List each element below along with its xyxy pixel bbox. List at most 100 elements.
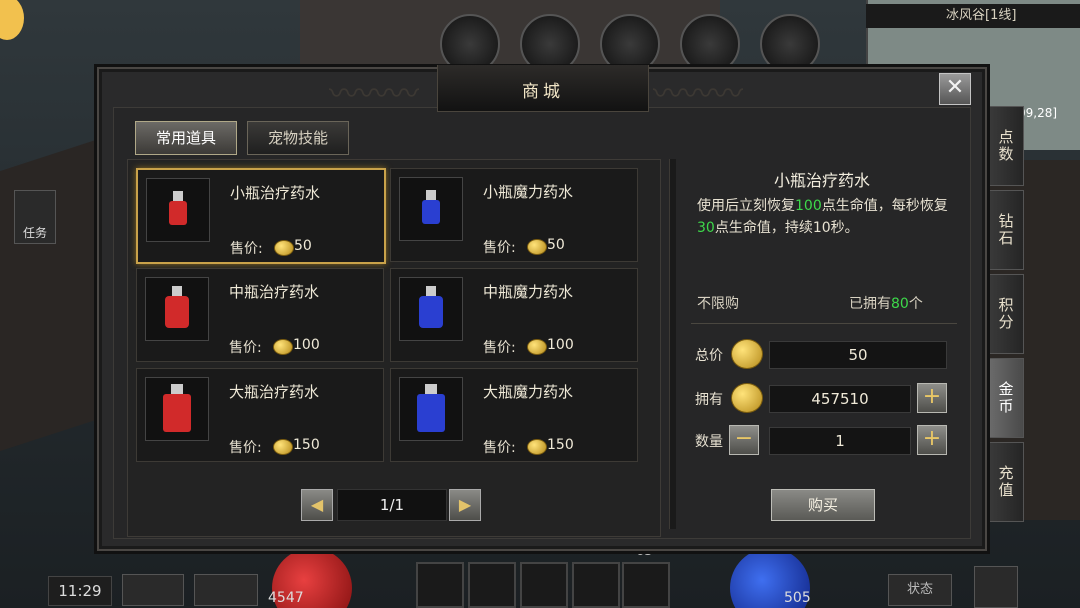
shop-panel: 〰〰〰 〰〰〰 商城 ✕ 常用道具 宠物技能 小瓶治疗药水 售价: 50 小瓶魔… [94,64,990,554]
gold-coins-icon [731,383,763,413]
potion-medium-blue [419,286,443,328]
next-page-button[interactable]: ▶ [449,489,481,521]
gold-coin-icon [527,239,547,255]
detail-description: 使用后立刻恢复100点生命值，每秒恢复 30点生命值，持续10秒。 [697,195,967,239]
potion-large-red [163,384,191,432]
tab-common-items[interactable]: 常用道具 [135,121,237,155]
price-label: 售价: [483,340,516,356]
potion-icon [146,178,210,242]
gold-coin-icon [273,439,293,455]
status-button[interactable]: 状态 [888,574,952,606]
potion-icon [399,177,463,241]
potion-large-blue [417,384,445,432]
side-tab-credits[interactable]: 积分 [988,274,1024,354]
increase-quantity-button[interactable]: + [917,425,947,455]
gold-coin-icon [273,339,293,355]
item-price: 50 [547,237,565,253]
potion-medium-red [165,286,189,328]
desc-text: 点生命值，持续10秒。 [714,220,859,236]
price-label: 售价: [483,440,516,456]
item-price: 100 [547,337,574,353]
map-name-bar: 冰风谷[1线] [866,4,1080,28]
title-bar: 商城 [437,65,649,112]
item-price: 100 [293,337,320,353]
item-name: 中瓶魔力药水 [483,283,574,301]
item-price: 50 [294,238,312,254]
price-label: 售价: [483,240,516,256]
prev-page-button[interactable]: ◀ [301,489,333,521]
chat-button[interactable] [194,574,258,606]
skill-slot[interactable] [622,562,670,608]
owned-suffix: 个 [908,296,923,312]
buy-button[interactable]: 购买 [771,489,875,521]
side-tab-gold[interactable]: 金币 [988,358,1024,438]
task-label: 任务 [22,226,47,240]
item-name: 大瓶治疗药水 [229,383,320,401]
item-card-large-hp[interactable]: 大瓶治疗药水 售价: 150 [136,368,384,462]
have-label: 拥有 [695,392,723,408]
desc-highlight-heal: 100 [795,198,822,214]
price-label: 售价: [230,241,263,257]
item-card-large-mp[interactable]: 大瓶魔力药水 售价: 150 [390,368,638,462]
task-button[interactable]: 任务 [14,190,56,244]
panel-divider [669,159,676,529]
mount-button[interactable] [974,566,1018,608]
skill-slot[interactable] [468,562,516,608]
potion-small-blue [422,190,440,224]
price-label: 售价: [229,340,262,356]
wing-ornament-right: 〰〰〰 [653,77,743,112]
shop-title: 商城 [522,82,564,102]
wing-ornament-left: 〰〰〰 [329,77,419,112]
potion-icon [399,277,463,341]
add-gold-button[interactable]: + [917,383,947,413]
close-button[interactable]: ✕ [939,73,971,105]
potion-small-red [169,191,187,225]
gold-coins-icon [731,339,763,369]
item-name: 中瓶治疗药水 [229,283,320,301]
team-button[interactable] [122,574,184,606]
desc-text: 点生命值，每秒恢复 [821,198,948,214]
potion-icon [399,377,463,441]
map-name: 冰风谷[1线] [946,8,1017,23]
item-card-small-mp[interactable]: 小瓶魔力药水 售价: 50 [390,168,638,262]
mp-value: 505 [784,590,811,606]
side-tab-diamonds[interactable]: 钻石 [988,190,1024,270]
quantity-label: 数量 [695,434,723,450]
gold-coin-icon [527,339,547,355]
decrease-quantity-button[interactable]: − [729,425,759,455]
detail-divider [691,323,957,324]
item-name: 小瓶治疗药水 [230,184,321,202]
item-card-medium-mp[interactable]: 中瓶魔力药水 售价: 100 [390,268,638,362]
item-price: 150 [547,437,574,453]
desc-highlight-regen: 30 [697,220,715,236]
total-price-field: 50 [769,341,947,369]
side-tab-recharge[interactable]: 充值 [988,442,1024,522]
skill-slot[interactable] [520,562,568,608]
owned-prefix: 已拥有 [849,296,891,312]
potion-icon [145,377,209,441]
gold-coin-icon [527,439,547,455]
item-grid: 小瓶治疗药水 售价: 50 小瓶魔力药水 售价: 50 中瓶治疗药水 售价: 1… [127,159,661,537]
owned-count: 已拥有80个 [849,293,923,313]
item-name: 大瓶魔力药水 [483,383,574,401]
gold-balance-field: 457510 [769,385,911,413]
page-indicator: 1/1 [337,489,447,521]
quantity-field[interactable]: 1 [769,427,911,455]
item-card-medium-hp[interactable]: 中瓶治疗药水 售价: 100 [136,268,384,362]
total-label: 总价 [695,348,723,364]
purchase-limit: 不限购 [697,296,739,312]
tab-pet-skills[interactable]: 宠物技能 [247,121,349,155]
potion-icon [145,277,209,341]
owned-number: 80 [891,296,909,312]
price-label: 售价: [229,440,262,456]
detail-title: 小瓶治疗药水 [773,171,870,190]
skill-slot[interactable] [416,562,464,608]
item-price: 150 [293,437,320,453]
item-card-small-hp[interactable]: 小瓶治疗药水 售价: 50 [136,168,386,264]
desc-text: 使用后立刻恢复 [697,198,795,214]
side-tab-points[interactable]: 点数 [988,106,1024,186]
hp-value: 4547 [268,590,304,606]
skill-slot[interactable] [572,562,620,608]
item-name: 小瓶魔力药水 [483,183,574,201]
gold-coin-icon [274,240,294,256]
